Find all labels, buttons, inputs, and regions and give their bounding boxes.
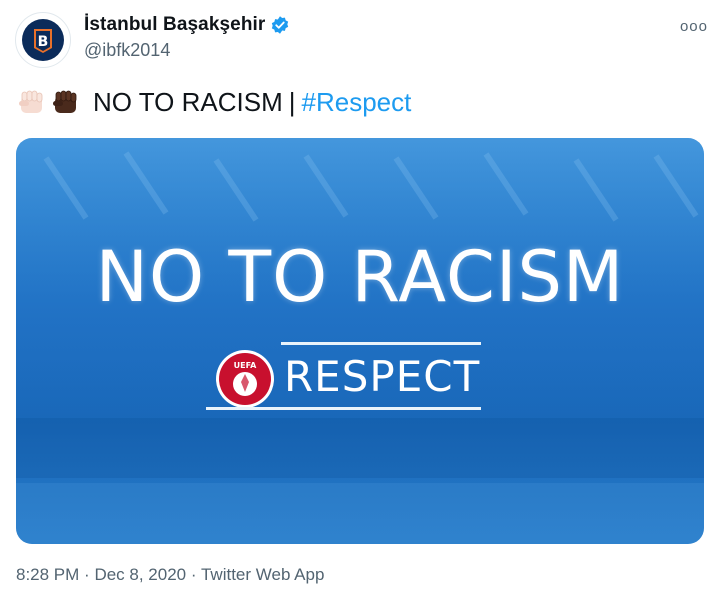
display-name[interactable]: İstanbul Başakşehir: [84, 14, 265, 36]
tweet-metadata: 8:28 PM · Dec 8, 2020 · Twitter Web App: [16, 565, 324, 585]
more-options-icon[interactable]: ooo: [680, 18, 708, 35]
uefa-logo-icon: UEFA: [216, 350, 274, 408]
respect-rule-top: [281, 342, 481, 345]
media-headline: NO TO RACISM: [95, 236, 625, 318]
raised-fist-dark-emoji-icon: [53, 90, 77, 113]
tweet-text: NO TO RACISM | #Respect: [15, 86, 411, 118]
avatar[interactable]: B: [15, 12, 71, 68]
avatar-letter: B: [38, 34, 49, 50]
respect-lockup: UEFA RESPECT: [206, 342, 486, 412]
raised-fist-light-emoji-icon: [19, 90, 43, 113]
verified-badge-icon: [272, 16, 289, 34]
tweet-media-image[interactable]: NO TO RACISM UEFA RESPECT: [16, 138, 704, 544]
tweet-body: NO TO RACISM: [93, 86, 283, 117]
respect-text: RESPECT: [284, 352, 481, 401]
tweet-time[interactable]: 8:28 PM: [16, 565, 79, 584]
uefa-logo-text: UEFA: [234, 361, 258, 370]
respect-rule-bottom: [206, 407, 481, 410]
meta-dot: ·: [84, 565, 90, 584]
tweet-date[interactable]: Dec 8, 2020: [94, 565, 186, 584]
tweet-source[interactable]: Twitter Web App: [201, 565, 324, 584]
user-handle[interactable]: @ibfk2014: [84, 40, 170, 61]
stadium-background: [16, 138, 704, 544]
club-crest-icon: B: [22, 19, 64, 61]
tweet-separator: |: [288, 86, 296, 117]
author-name-row: İstanbul Başakşehir: [84, 14, 290, 36]
meta-dot: ·: [190, 565, 197, 584]
hashtag-link[interactable]: #Respect: [302, 87, 412, 118]
